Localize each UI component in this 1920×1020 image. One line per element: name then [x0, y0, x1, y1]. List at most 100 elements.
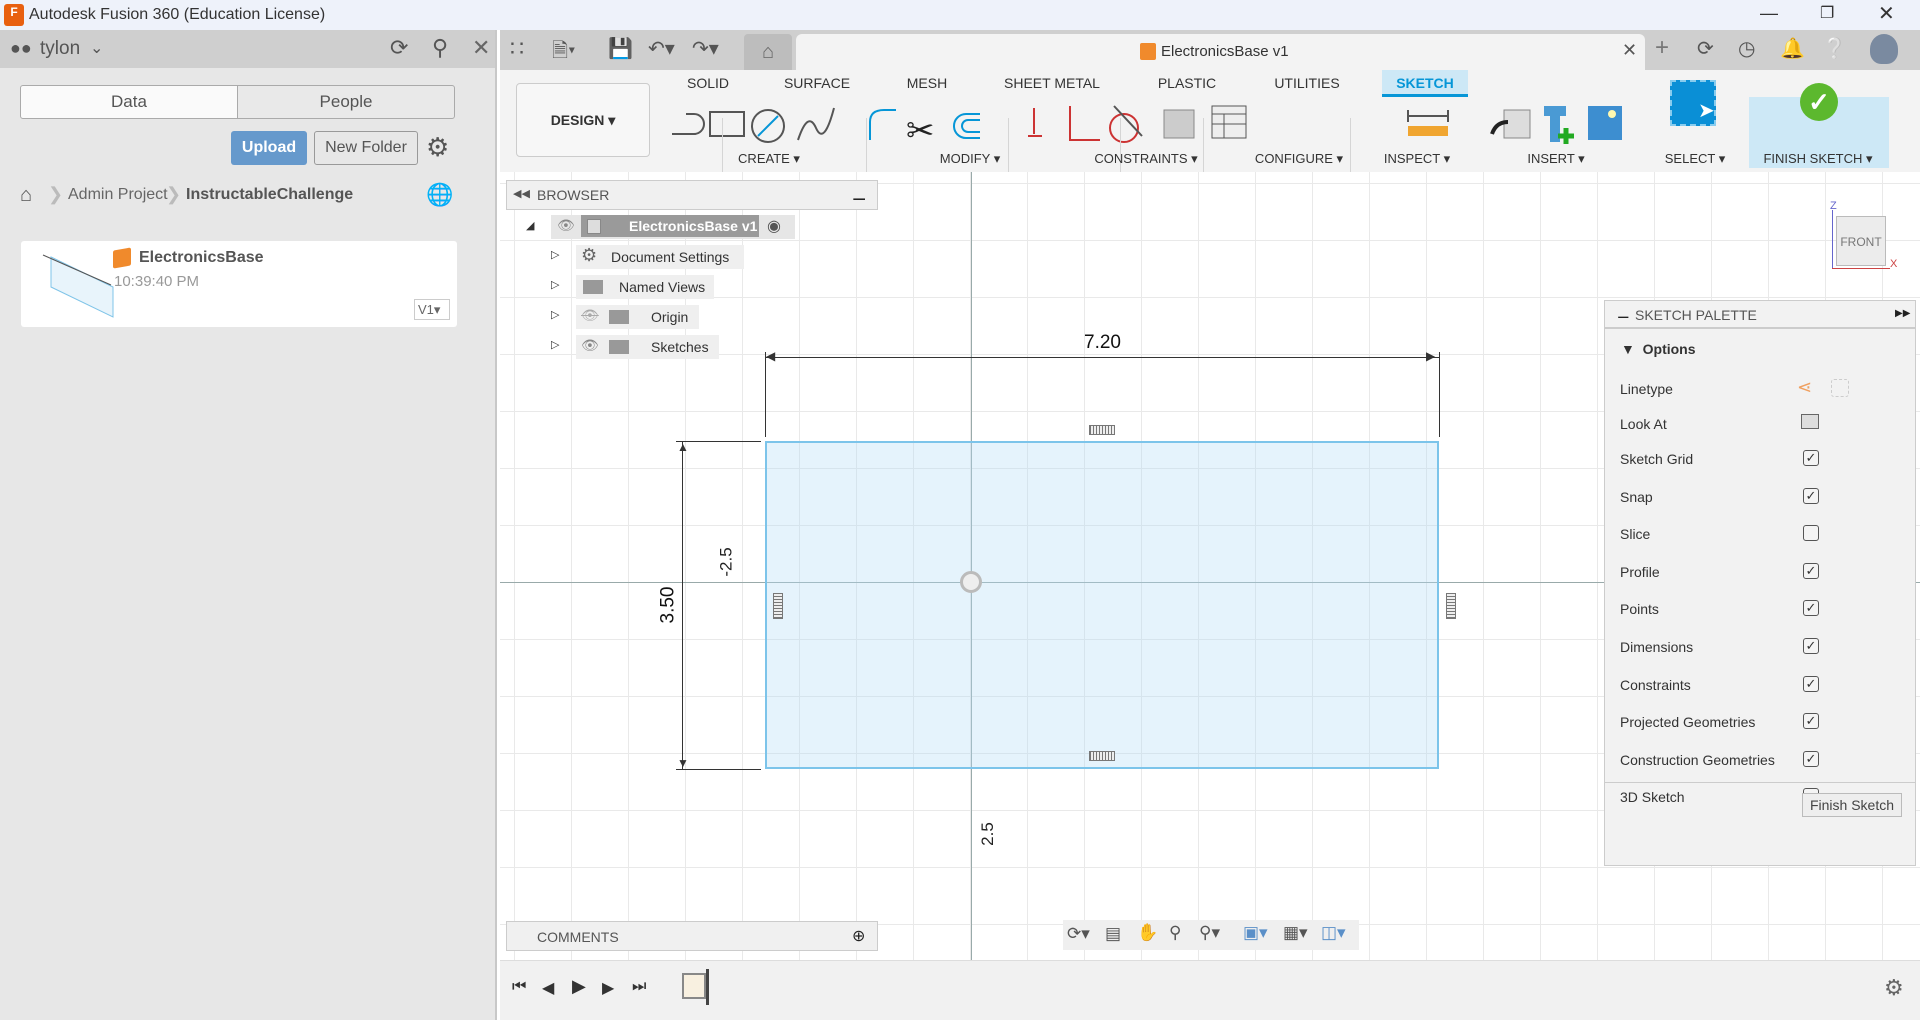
orbit-icon[interactable]: ⟳▾ — [1067, 924, 1090, 944]
maximize-button[interactable]: ❐ — [1820, 3, 1834, 23]
construction-geometries-checkbox[interactable]: ✓ — [1803, 750, 1819, 767]
display-settings-icon[interactable]: ▣▾ — [1243, 923, 1268, 943]
trim-scissors-icon[interactable]: ✂ — [906, 112, 935, 150]
new-folder-button[interactable]: New Folder — [314, 131, 418, 165]
insert-derive-icon[interactable] — [1490, 109, 1531, 139]
tab-sheet-metal[interactable]: SHEET METAL — [1004, 75, 1100, 91]
vertical-constraint-icon[interactable] — [773, 593, 783, 619]
look-at-icon[interactable]: ▤ — [1105, 924, 1121, 944]
vertical-constraint-icon[interactable] — [1446, 593, 1456, 619]
sketch-grid-checkbox[interactable]: ✓ — [1803, 450, 1819, 466]
timeline-marker[interactable] — [706, 969, 709, 1005]
line-icon[interactable] — [672, 113, 705, 135]
step-back-icon[interactable]: ◀ — [542, 978, 554, 998]
upload-button[interactable]: Upload — [231, 131, 307, 165]
pan-hand-icon[interactable]: ✋ — [1137, 923, 1158, 943]
minimize-browser-icon[interactable]: ⚊ — [852, 185, 866, 205]
tangent-constraint-icon[interactable] — [1109, 105, 1143, 143]
browser-root-node[interactable]: 👁 ElectronicsBase v1 ◉ — [551, 215, 795, 239]
inspect-menu[interactable]: INSPECT ▾ — [1384, 151, 1450, 167]
job-status-icon[interactable]: ⟳ — [1697, 36, 1714, 61]
avatar[interactable] — [1870, 34, 1898, 64]
help-icon[interactable]: ❔ — [1822, 36, 1847, 61]
select-tool-button[interactable]: ➤ — [1670, 80, 1716, 126]
new-tab-button[interactable]: + — [1655, 34, 1669, 62]
play-icon[interactable]: ▶ — [572, 976, 586, 997]
clock-icon[interactable]: ◷ — [1738, 36, 1755, 61]
tab-plastic[interactable]: PLASTIC — [1158, 75, 1216, 91]
home-icon[interactable]: ⌂ — [20, 184, 32, 207]
horizontal-constraint-icon[interactable] — [1089, 751, 1115, 761]
look-at-icon[interactable] — [1801, 414, 1819, 429]
close-window-button[interactable]: ✕ — [1878, 1, 1895, 26]
sketch-palette-header[interactable]: ⚊ SKETCH PALETTE ▶▶ — [1605, 301, 1915, 329]
viewcube-front-face[interactable]: FRONT — [1836, 216, 1886, 266]
minimize-palette-icon[interactable]: ⚊ — [1617, 305, 1630, 322]
viewcube[interactable]: FRONT Z X — [1830, 200, 1897, 272]
version-dropdown[interactable]: V1▾ — [414, 299, 450, 320]
file-menu-icon[interactable]: 🗎▾ — [552, 36, 575, 70]
insert-mcmaster-bolt-icon[interactable] — [1544, 106, 1574, 144]
go-to-start-icon[interactable]: ⏮ — [512, 978, 526, 996]
viewports-icon[interactable]: ◫▾ — [1321, 923, 1346, 943]
height-dimension-value[interactable]: 3.50 — [657, 587, 679, 624]
spline-icon[interactable] — [797, 107, 835, 141]
notification-bell-icon[interactable]: 🔔 — [1780, 36, 1805, 61]
options-section-toggle[interactable]: ▼ Options — [1621, 341, 1696, 357]
modify-menu[interactable]: MODIFY ▾ — [940, 151, 1000, 167]
origin-point[interactable] — [960, 571, 982, 593]
tab-mesh[interactable]: MESH — [907, 75, 947, 91]
grid-settings-icon[interactable]: ▦▾ — [1283, 923, 1308, 943]
browser-panel-header[interactable]: ◀◀ BROWSER ⚊ — [506, 180, 878, 210]
workspace-switcher[interactable]: DESIGN ▾ — [516, 83, 650, 157]
coincident-constraint-icon[interactable] — [1028, 108, 1042, 137]
tab-surface[interactable]: SURFACE — [784, 75, 850, 91]
finish-sketch-menu[interactable]: FINISH SKETCH ▾ — [1763, 151, 1872, 167]
save-icon[interactable]: 💾 — [608, 36, 633, 61]
centerline-linetype-icon[interactable] — [1831, 379, 1849, 397]
finish-sketch-palette-button[interactable]: Finish Sketch — [1802, 793, 1902, 817]
expand-icon[interactable]: ▷ — [551, 308, 559, 321]
sketch-rectangle-profile[interactable] — [765, 441, 1439, 769]
comments-panel[interactable]: COMMENTS ⊕ — [506, 921, 878, 951]
rectangle-icon[interactable] — [709, 111, 745, 137]
measure-icon[interactable] — [1407, 110, 1449, 136]
timeline-sketch-feature-icon[interactable] — [682, 973, 706, 999]
configure-menu[interactable]: CONFIGURE ▾ — [1255, 151, 1343, 167]
collapse-browser-icon[interactable]: ◀◀ — [513, 187, 530, 200]
document-tab[interactable]: ElectronicsBase v1 ✕ — [796, 34, 1645, 70]
change-parameters-icon[interactable] — [1163, 109, 1195, 139]
chevron-down-icon[interactable]: ⌄ — [90, 38, 103, 58]
width-dimension-value[interactable]: 7.20 — [1084, 332, 1121, 354]
configure-table-icon[interactable] — [1211, 105, 1247, 139]
go-to-end-icon[interactable]: ⏭ — [632, 978, 646, 996]
fillet-icon[interactable] — [869, 109, 896, 140]
dimensions-checkbox[interactable]: ✓ — [1803, 638, 1819, 654]
step-forward-icon[interactable]: ▶ — [602, 978, 614, 998]
construction-linetype-icon[interactable]: ⋖ — [1797, 377, 1812, 398]
circle-icon[interactable] — [751, 109, 785, 143]
insert-menu[interactable]: INSERT ▾ — [1527, 151, 1584, 167]
file-card[interactable]: ElectronicsBase 10:39:40 PM V1▾ — [21, 241, 457, 327]
slice-checkbox[interactable] — [1803, 525, 1819, 542]
close-panel-icon[interactable]: ✕ — [472, 35, 490, 61]
expand-palette-icon[interactable]: ▶▶ — [1895, 308, 1910, 319]
expand-icon[interactable]: ▷ — [551, 278, 559, 291]
visibility-eye-icon[interactable]: 👁 — [557, 217, 575, 234]
insert-canvas-image-icon[interactable] — [1588, 106, 1622, 140]
user-dropdown[interactable]: tylon — [40, 38, 80, 60]
timeline-settings-gear-icon[interactable]: ⚙ — [1884, 975, 1904, 1001]
constraints-checkbox[interactable]: ✓ — [1803, 675, 1819, 692]
expand-root-icon[interactable]: ◢ — [526, 219, 534, 232]
tab-solid[interactable]: SOLID — [687, 75, 729, 91]
close-tab-icon[interactable]: ✕ — [1622, 40, 1637, 61]
profile-checkbox[interactable]: ✓ — [1803, 562, 1819, 579]
select-menu[interactable]: SELECT ▾ — [1665, 151, 1725, 167]
minimize-button[interactable]: — — [1760, 3, 1778, 24]
apps-grid-icon[interactable]: ∷ — [510, 36, 524, 62]
add-comment-icon[interactable]: ⊕ — [852, 926, 865, 946]
search-icon[interactable]: ⚲ — [432, 35, 448, 61]
home-tab-button[interactable]: ⌂ — [744, 34, 792, 70]
perpendicular-constraint-icon[interactable] — [1069, 106, 1100, 141]
zoom-icon[interactable]: ⚲ — [1169, 923, 1181, 943]
